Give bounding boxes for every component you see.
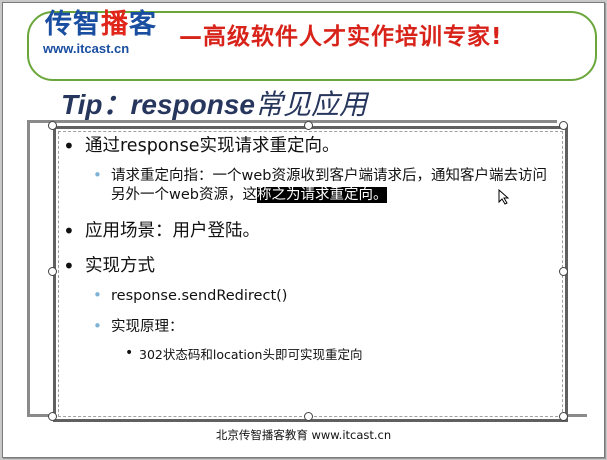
resize-handle-bottom-right[interactable] <box>559 412 568 421</box>
list-item: • 应用场景：用户登陆。 <box>63 219 260 243</box>
decorative-frame-left <box>27 120 30 416</box>
mouse-cursor-icon <box>498 189 510 205</box>
list-item: • 通过response实现请求重定向。 <box>63 134 340 158</box>
slide: 传智播客 www.itcast.cn —高级软件人才实作培训专家! Tip：re… <box>2 2 605 458</box>
slide-title-cjk: 常见应用 <box>254 88 367 121</box>
slide-footer: 北京传智播客教育 www.itcast.cn <box>215 428 392 442</box>
resize-handle-right[interactable] <box>559 267 568 276</box>
presentation-viewer: 传智播客 www.itcast.cn —高级软件人才实作培训专家! Tip：re… <box>0 0 607 460</box>
slogan: —高级软件人才实作培训专家! <box>179 24 503 50</box>
bullet-list[interactable]: • 通过response实现请求重定向。 • 请求重定向指：一个web资源收到客户端… <box>59 131 559 363</box>
bullet-icon: • <box>125 345 134 361</box>
list-item: • 实现方式 <box>63 254 155 278</box>
list-item: • 请求重定向指：一个web资源收到客户端请求后，通知客户端去访问另外一个web资… <box>93 166 547 203</box>
resize-handle-top-right[interactable] <box>559 121 568 130</box>
bullet-icon: • <box>63 254 75 278</box>
list-item: • response.sendRedirect() <box>93 286 288 304</box>
resize-handle-bottom[interactable] <box>304 412 313 421</box>
resize-handle-top-left[interactable] <box>48 121 57 130</box>
bullet-icon: • <box>63 134 75 158</box>
list-item: • 实现原理： <box>93 317 184 335</box>
selected-text[interactable]: 称之为请求重定向。 <box>256 187 388 203</box>
bullet-icon: • <box>93 317 102 335</box>
resize-handle-top[interactable] <box>304 121 313 130</box>
brand-logo: 传智播客 <box>45 9 157 40</box>
list-item: • 302状态码和location头即可实现重定向 <box>125 345 363 362</box>
bullet-icon: • <box>93 286 102 304</box>
bullet-icon: • <box>63 219 75 243</box>
bullet-icon: • <box>93 166 102 184</box>
resize-handle-left[interactable] <box>48 267 57 276</box>
resize-handle-bottom-left[interactable] <box>48 412 57 421</box>
decorative-frame-top <box>27 120 557 123</box>
brand-url: www.itcast.cn <box>43 41 130 56</box>
slide-title-latin: Tip：response <box>61 89 255 120</box>
slide-title: Tip：response常见应用 <box>61 83 367 123</box>
